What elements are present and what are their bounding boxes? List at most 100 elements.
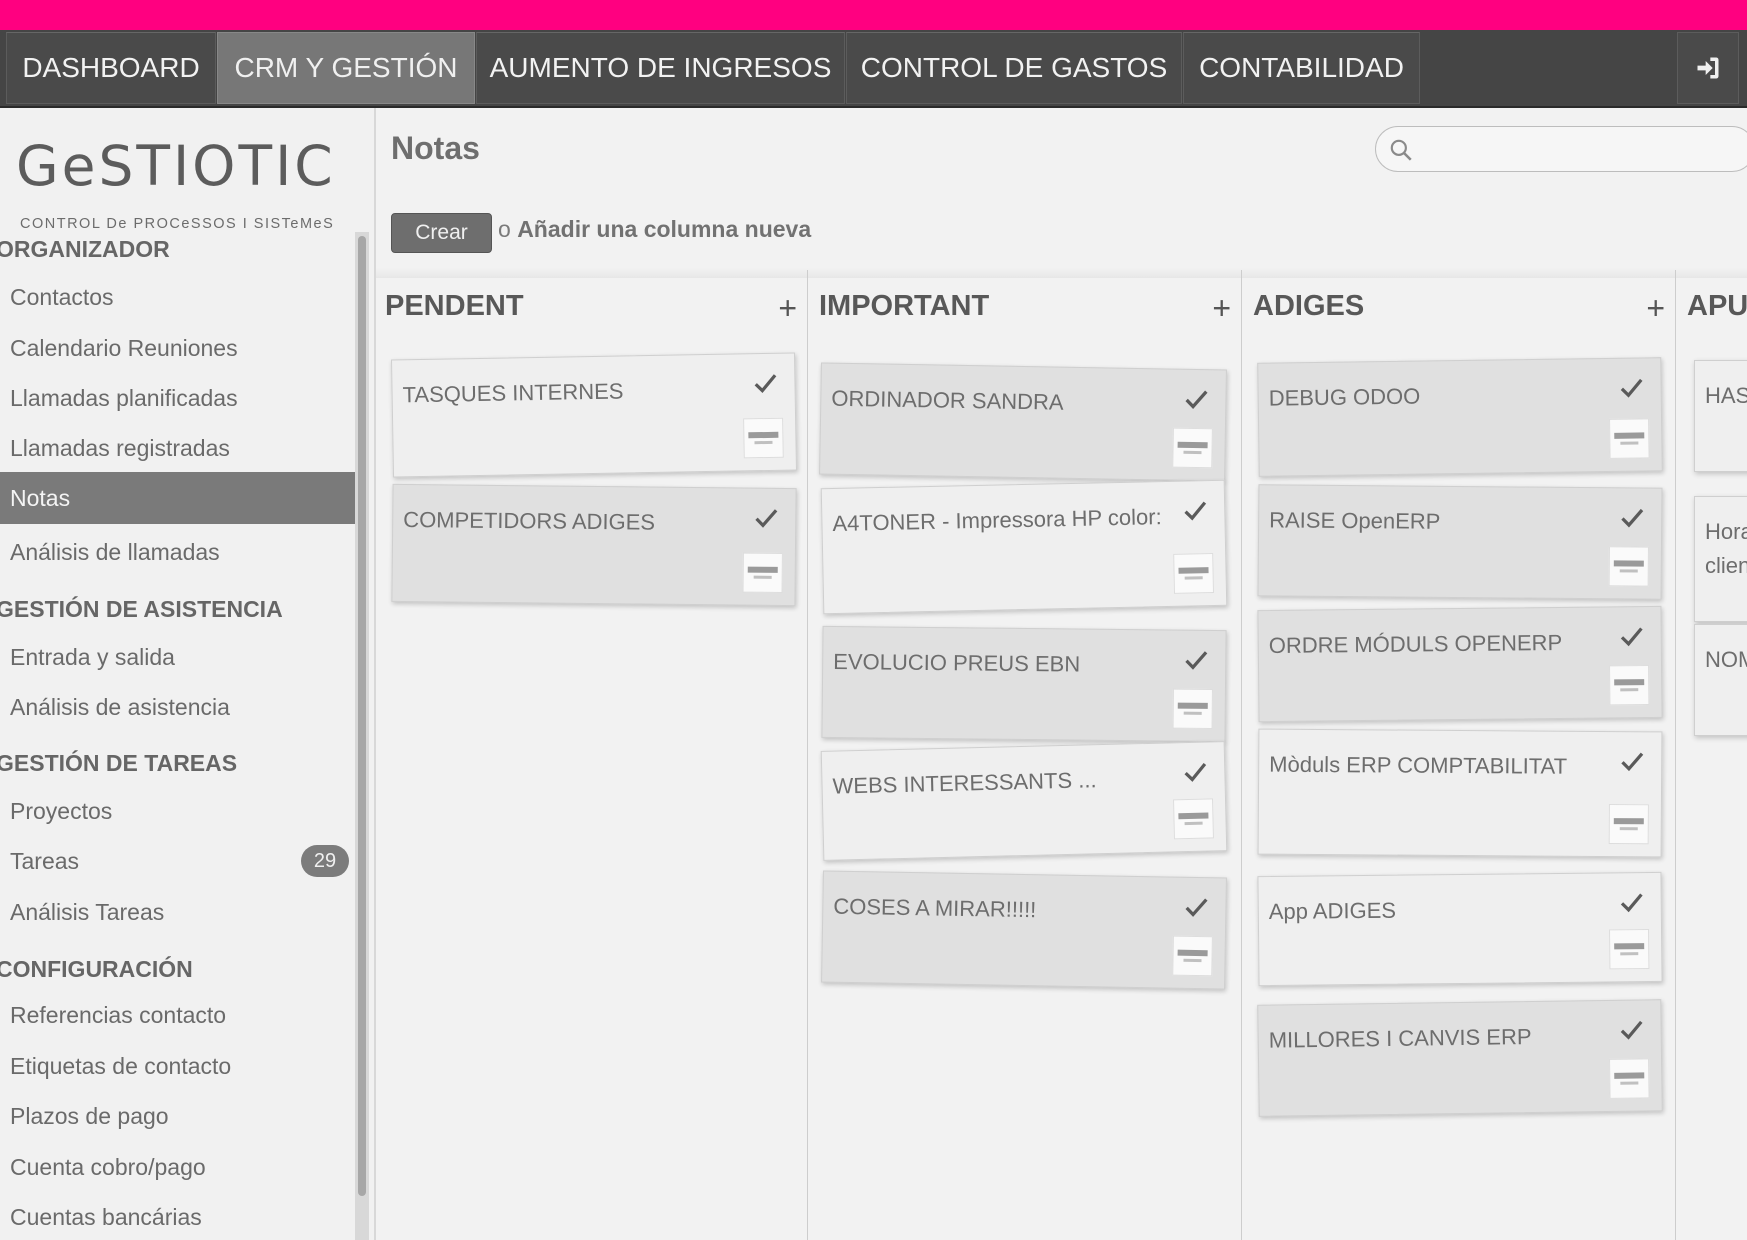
check-icon[interactable] [752, 370, 778, 396]
note-card[interactable]: COMPETIDORS ADIGES [391, 483, 797, 607]
sidebar-item-tareas-label: Tareas [10, 847, 80, 874]
search-icon [1390, 139, 1412, 161]
user-avatar [1608, 804, 1649, 845]
menu-dashboard[interactable]: DASHBOARD [6, 32, 216, 104]
note-card[interactable]: MILLORES I CANVIS ERP [1257, 999, 1663, 1117]
top-accent-bar [0, 0, 1747, 30]
sidebar-item-entrada-salida[interactable]: Entrada y salida [0, 632, 355, 682]
menu-aumento-ingresos[interactable]: AUMENTO DE INGRESOS [476, 32, 845, 104]
add-column-prefix: o [498, 216, 511, 242]
check-icon[interactable] [1182, 758, 1209, 785]
column-add-button[interactable]: + [1212, 290, 1231, 327]
check-icon[interactable] [1183, 894, 1209, 920]
user-avatar [1608, 546, 1649, 587]
kanban-column-apu: APU HAS Hora clien NOM [1678, 270, 1747, 1240]
sidebar-item-analisis-asistencia[interactable]: Análisis de asistencia [0, 682, 355, 732]
sidebar-item-analisis-llamadas[interactable]: Análisis de llamadas [0, 527, 355, 577]
note-card[interactable]: TASQUES INTERNES [391, 352, 797, 478]
add-column-link[interactable]: Añadir una columna nueva [517, 216, 811, 242]
add-column-text: o Añadir una columna nueva [498, 216, 811, 243]
menu-crm-gestion[interactable]: CRM Y GESTIÓN [217, 32, 475, 104]
note-card[interactable]: ORDINADOR SANDRA [819, 362, 1227, 482]
sidebar-item-calendario-reuniones[interactable]: Calendario Reuniones [0, 323, 355, 373]
sign-in-icon [1697, 57, 1719, 79]
note-card[interactable]: Mòduls ERP COMPTABILITAT [1257, 728, 1663, 858]
note-title: A4TONER - Impressora HP color: [832, 504, 1162, 537]
sidebar-item-contactos[interactable]: Contactos [0, 272, 355, 322]
note-card[interactable]: RAISE OpenERP [1257, 484, 1663, 600]
sidebar-item-referencias-contacto[interactable]: Referencias contacto [0, 990, 355, 1040]
note-title: DEBUG ODOO [1268, 383, 1421, 411]
note-title: EVOLUCIO PREUS EBN [833, 649, 1081, 677]
note-card[interactable]: A4TONER - Impressora HP color: [820, 479, 1228, 615]
note-title: ORDINADOR SANDRA [831, 385, 1064, 415]
section-gestion-tareas: GESTIÓN DE TAREAS [0, 750, 238, 776]
search-box[interactable] [1375, 126, 1747, 172]
kanban-column-pendent: PENDENT + TASQUES INTERNES COMPETIDORS A… [376, 270, 808, 1240]
note-card[interactable]: HAS [1694, 360, 1747, 472]
column-title: ADIGES [1253, 290, 1365, 322]
note-card[interactable]: App ADIGES [1257, 871, 1663, 987]
check-icon[interactable] [1619, 623, 1645, 649]
check-icon[interactable] [1619, 504, 1645, 530]
check-icon[interactable] [1618, 1016, 1644, 1042]
user-avatar [1173, 553, 1215, 594]
note-card[interactable]: WEBS INTERESSANTS ... [820, 741, 1228, 861]
sidebar-item-cuentas-bancarias[interactable]: Cuentas bancárias [0, 1192, 355, 1240]
search-input[interactable] [1422, 133, 1746, 167]
user-avatar [1609, 418, 1650, 459]
sidebar-item-cuenta-cobro-pago[interactable]: Cuenta cobro/pago [0, 1142, 355, 1192]
user-avatar [1172, 935, 1213, 977]
user-avatar [743, 417, 784, 459]
note-card[interactable]: COSES A MIRAR!!!!! [821, 870, 1227, 990]
column-title: PENDENT [385, 290, 524, 322]
top-menu: DASHBOARD CRM Y GESTIÓN AUMENTO DE INGRE… [0, 30, 1747, 108]
kanban-column-important: IMPORTANT + ORDINADOR SANDRA A4TONER - I… [810, 270, 1242, 1240]
sidebar-item-plazos-pago[interactable]: Plazos de pago [0, 1091, 355, 1141]
note-card[interactable]: EVOLUCIO PREUS EBN [821, 625, 1227, 743]
create-button[interactable]: Crear [391, 213, 492, 253]
note-card[interactable]: ORDRE MÓDULS OPENERP [1257, 605, 1663, 723]
sidebar-item-proyectos[interactable]: Proyectos [0, 786, 355, 836]
kanban-column-adiges: ADIGES + DEBUG ODOO RAISE OpenERP ORDRE … [1244, 270, 1676, 1240]
check-icon[interactable] [753, 505, 779, 531]
section-configuracion: CONFIGURACIÓN [0, 956, 193, 982]
note-title: App ADIGES [1268, 897, 1397, 925]
column-title: APU [1687, 290, 1747, 322]
menu-control-gastos[interactable]: CONTROL DE GASTOS [846, 32, 1182, 104]
note-title: MILLORES I CANVIS ERP [1268, 1023, 1532, 1053]
check-icon[interactable] [1618, 374, 1644, 400]
note-card[interactable]: Hora clien [1694, 496, 1747, 622]
note-title: WEBS INTERESSANTS ... [832, 767, 1097, 799]
check-icon[interactable] [1619, 748, 1645, 774]
user-avatar [1609, 929, 1650, 970]
note-title: ORDRE MÓDULS OPENERP [1268, 629, 1563, 659]
sidebar-item-notas[interactable]: Notas [0, 472, 355, 524]
column-add-button[interactable]: + [778, 290, 797, 327]
sidebar-item-llamadas-planificadas[interactable]: Llamadas planificadas [0, 373, 355, 423]
sign-in-button[interactable] [1677, 32, 1739, 104]
sidebar-item-tareas[interactable]: Tareas 29 [0, 836, 355, 886]
note-title: RAISE OpenERP [1269, 507, 1441, 534]
check-icon[interactable] [1619, 889, 1645, 915]
sidebar-item-llamadas-registradas[interactable]: Llamadas registradas [0, 423, 355, 473]
note-title: COMPETIDORS ADIGES [403, 507, 656, 535]
note-title: TASQUES INTERNES [402, 378, 624, 408]
check-icon[interactable] [1182, 497, 1209, 524]
user-avatar [742, 552, 783, 593]
note-card[interactable]: DEBUG ODOO [1257, 357, 1663, 477]
column-add-button[interactable]: + [1646, 290, 1665, 327]
note-card[interactable]: NOM [1694, 624, 1747, 736]
sidebar-scrollbar-thumb[interactable] [358, 236, 366, 1196]
section-gestion-asistencia: GESTIÓN DE ASISTENCIA [0, 596, 283, 622]
note-title: Hora clien [1705, 519, 1747, 578]
sidebar-item-etiquetas-contacto[interactable]: Etiquetas de contacto [0, 1041, 355, 1091]
menu-contabilidad[interactable]: CONTABILIDAD [1183, 32, 1420, 104]
user-avatar [1173, 798, 1214, 840]
column-title: IMPORTANT [819, 290, 990, 322]
logo-tagline: CONTROL De PROCeSSOS I SISTeMeS [20, 216, 335, 232]
check-icon[interactable] [1183, 386, 1209, 412]
sidebar-item-analisis-tareas[interactable]: Análisis Tareas [0, 887, 355, 937]
check-icon[interactable] [1183, 647, 1209, 673]
note-title: NOM [1705, 647, 1747, 672]
